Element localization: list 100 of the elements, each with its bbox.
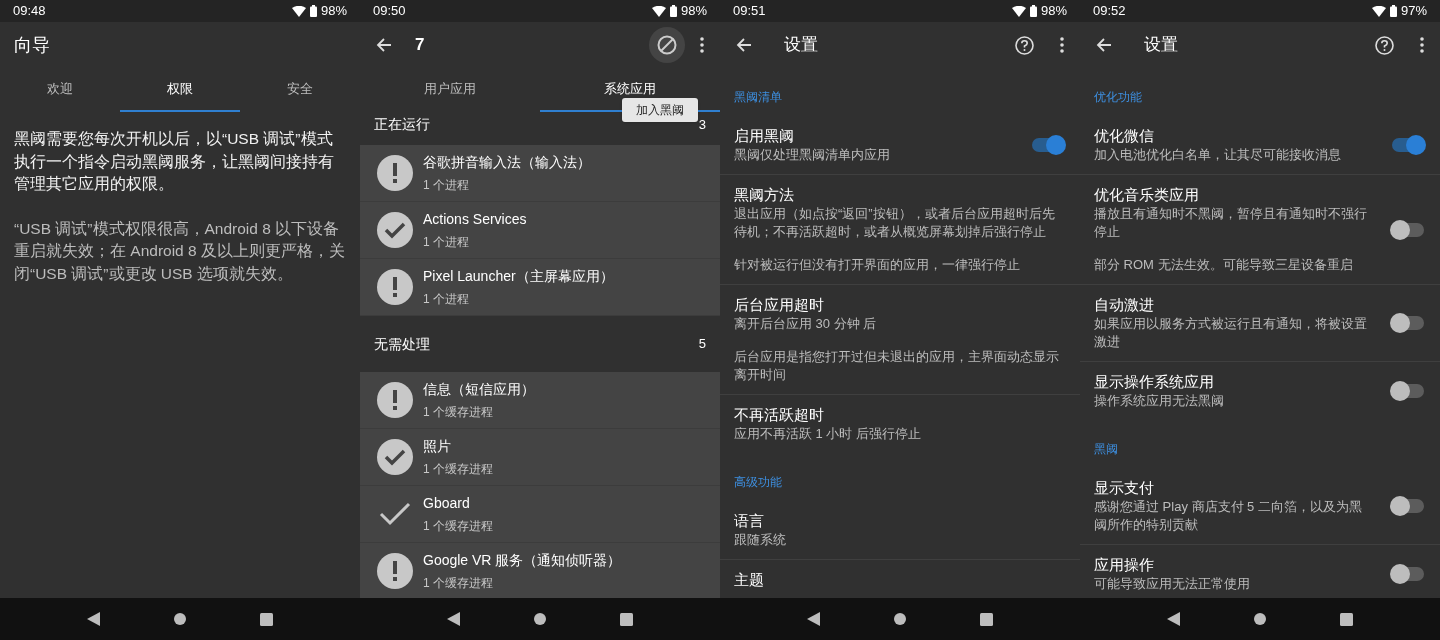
setting-item[interactable]: 不再活跃超时 应用不再活跃 1 小时 后强行停止 xyxy=(720,395,1080,453)
setting-item[interactable]: 显示操作系统应用 操作系统应用无法黑阈 xyxy=(1080,362,1440,420)
category-header: 黑阈清单 xyxy=(734,90,782,104)
app-row[interactable]: Pixel Launcher（主屏幕应用） 1 个进程 xyxy=(360,259,720,316)
app-name: 谷歌拼音输入法（输入法） xyxy=(423,152,591,172)
section-title: 无需处理 xyxy=(374,334,430,354)
screen-title: 向导 xyxy=(14,33,50,57)
tab[interactable]: 安全 xyxy=(240,68,360,112)
setting-summary: 应用不再活跃 1 小时 后强行停止 xyxy=(734,425,923,443)
back-icon[interactable] xyxy=(87,612,100,626)
more-icon[interactable] xyxy=(1420,37,1424,53)
app-row[interactable]: 照片 1 个缓存进程 xyxy=(360,429,720,486)
toggle-switch[interactable] xyxy=(1390,135,1426,155)
back-arrow-icon[interactable] xyxy=(1096,37,1112,53)
alert-icon xyxy=(377,155,413,191)
screen-title: 设置 xyxy=(784,34,818,57)
setting-title: 后台应用超时 xyxy=(734,295,825,315)
app-name: Actions Services xyxy=(423,209,527,229)
setting-note: 部分 ROM 无法生效。可能导致三星设备重启 xyxy=(1094,256,1354,274)
app-row[interactable]: Actions Services 1 个进程 xyxy=(360,202,720,259)
category-header: 优化功能 xyxy=(1094,90,1142,104)
battery-percent: 98% xyxy=(320,2,347,21)
more-icon[interactable] xyxy=(1060,37,1064,53)
tab[interactable]: 用户应用 xyxy=(360,68,540,112)
help-icon[interactable] xyxy=(1015,35,1034,55)
app-row[interactable]: 信息（短信应用） 1 个缓存进程 xyxy=(360,372,720,429)
tab[interactable]: 权限 xyxy=(120,68,240,112)
recents-icon[interactable] xyxy=(980,612,993,626)
app-detail: 1 个缓存进程 xyxy=(423,574,494,592)
setting-title: 语言 xyxy=(734,511,765,531)
setting-item[interactable]: 显示支付 感谢您通过 Play 商店支付 5 二向箔，以及为黑阈所作的特别贡献 xyxy=(1080,468,1440,545)
toggle-switch[interactable] xyxy=(1390,219,1426,240)
screen-title: 设置 xyxy=(1144,34,1178,57)
more-icon[interactable] xyxy=(700,37,704,53)
app-detail: 1 个进程 xyxy=(423,176,470,194)
back-icon[interactable] xyxy=(447,612,460,626)
setting-item[interactable]: 优化微信 加入电池优化白名单，让其尽可能接收消息 xyxy=(1080,116,1440,175)
app-detail: 1 个缓存进程 xyxy=(423,460,493,478)
setting-note: 针对被运行但没有打开界面的应用，一律强行停止 xyxy=(734,256,1021,274)
back-icon[interactable] xyxy=(1167,612,1180,626)
back-arrow-icon[interactable] xyxy=(376,37,392,53)
setting-note: 后台应用是指您打开过但未退出的应用，主界面动态显示离开时间 xyxy=(734,348,1060,384)
clock: 09:48 xyxy=(13,2,46,21)
home-icon[interactable] xyxy=(174,613,186,625)
battery-icon xyxy=(1029,5,1037,17)
category-header: 黑阈 xyxy=(1094,442,1118,456)
recents-icon[interactable] xyxy=(1340,612,1353,626)
recents-icon[interactable] xyxy=(620,612,633,626)
back-icon[interactable] xyxy=(807,612,820,626)
app-name: 信息（短信应用） xyxy=(423,379,535,399)
toggle-switch[interactable] xyxy=(1390,496,1426,516)
setting-title: 黑阈方法 xyxy=(734,185,795,205)
screen-title: 7 xyxy=(415,34,425,57)
clock: 09:51 xyxy=(733,2,766,21)
toggle-switch[interactable] xyxy=(1390,313,1426,333)
block-icon xyxy=(657,35,677,55)
app-row[interactable]: 谷歌拼音输入法（输入法） 1 个进程 xyxy=(360,145,720,202)
app-row[interactable]: Gboard 1 个缓存进程 xyxy=(360,486,720,543)
home-icon[interactable] xyxy=(894,613,906,625)
paragraph: 黑阈需要您每次开机以后，以“USB 调试”模式执行一个指令启动黑阈服务，让黑阈间接持有管理其它应用的权限。 xyxy=(14,129,335,194)
check-circle-icon xyxy=(377,439,413,475)
section-count: 3 xyxy=(698,115,706,134)
back-arrow-icon[interactable] xyxy=(736,37,752,53)
setting-title: 自动激进 xyxy=(1094,295,1155,315)
setting-item[interactable]: 启用黑阈 黑阈仅处理黑阈清单内应用 xyxy=(720,116,1080,175)
battery-percent: 98% xyxy=(680,2,707,21)
setting-item[interactable]: 应用操作 可能导致应用无法正常使用 xyxy=(1080,545,1440,598)
setting-summary: 黑阈仅处理黑阈清单内应用 xyxy=(734,146,891,164)
setting-summary: 感谢您通过 Play 商店支付 5 二向箔，以及为黑阈所作的特别贡献 xyxy=(1094,498,1363,534)
setting-item[interactable]: 优化音乐类应用 播放且有通知时不黑阈，暂停且有通知时不强行停止 部分 ROM 无法生效。可能导致三星设备重启 xyxy=(1080,175,1440,285)
app-name: 照片 xyxy=(423,436,452,456)
battery-icon xyxy=(1389,5,1397,17)
clock: 09:52 xyxy=(1093,2,1126,21)
setting-item[interactable]: 自动激进 如果应用以服务方式被运行且有通知，将被设置激进 xyxy=(1080,285,1440,362)
block-button[interactable] xyxy=(649,27,685,63)
app-detail: 1 个进程 xyxy=(423,233,470,251)
wifi-icon xyxy=(291,5,306,17)
wifi-icon xyxy=(1371,5,1386,17)
wifi-icon xyxy=(1011,5,1026,17)
tab[interactable]: 欢迎 xyxy=(0,68,120,112)
setting-title: 启用黑阈 xyxy=(734,126,795,146)
alert-icon xyxy=(377,382,413,418)
toggle-switch[interactable] xyxy=(1030,135,1066,155)
home-icon[interactable] xyxy=(534,613,546,625)
setting-title: 应用操作 xyxy=(1094,555,1155,575)
toggle-switch[interactable] xyxy=(1390,381,1426,401)
setting-summary: 跟随系统 xyxy=(734,531,787,549)
setting-summary: 退出应用（如点按“返回”按钮），或者后台应用超时后先待机；不再活跃超时，或者从概览屏幕划掉后强行停止 xyxy=(734,205,1056,241)
battery-icon xyxy=(669,5,677,17)
app-row[interactable]: Google VR 服务（通知侦听器） 1 个缓存进程 xyxy=(360,543,720,598)
app-name: Gboard xyxy=(423,493,471,513)
setting-title: 优化微信 xyxy=(1094,126,1155,146)
help-icon[interactable] xyxy=(1375,35,1394,55)
battery-icon xyxy=(309,5,317,17)
recents-icon[interactable] xyxy=(260,612,273,626)
setting-item[interactable]: 主题 xyxy=(720,560,1080,598)
home-icon[interactable] xyxy=(1254,613,1266,625)
app-name: Pixel Launcher（主屏幕应用） xyxy=(423,266,614,286)
app-name: Google VR 服务（通知侦听器） xyxy=(423,550,622,570)
toggle-switch[interactable] xyxy=(1390,564,1426,584)
